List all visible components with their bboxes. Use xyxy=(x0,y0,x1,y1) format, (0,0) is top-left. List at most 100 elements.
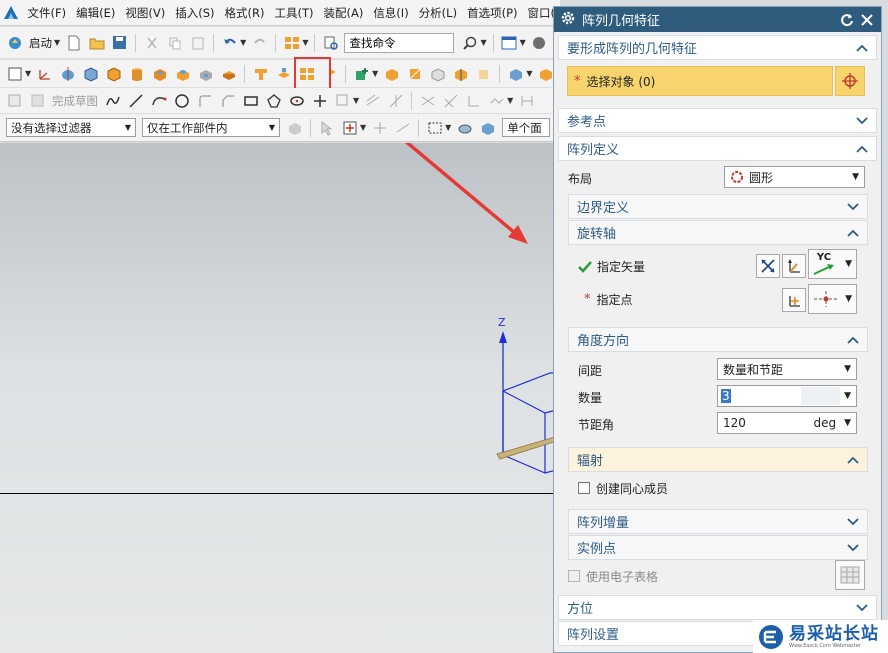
line-icon[interactable] xyxy=(126,91,145,110)
search-dropdown-icon[interactable]: ▼ xyxy=(480,38,486,47)
pattern-increment-header[interactable]: 阵列增量 xyxy=(568,509,868,534)
body-select-icon[interactable] xyxy=(478,118,497,137)
pad-icon[interactable] xyxy=(219,64,238,83)
constraints-dropdown-icon[interactable]: ▼ xyxy=(507,96,513,105)
start-dropdown-icon[interactable]: ▼ xyxy=(54,38,60,47)
finish-sketch-icon[interactable] xyxy=(28,91,47,110)
new-file-icon[interactable] xyxy=(64,33,83,52)
undo-icon[interactable] xyxy=(220,33,239,52)
sketch-task-icon[interactable] xyxy=(5,91,24,110)
hole-icon[interactable] xyxy=(150,64,169,83)
pocket-icon[interactable] xyxy=(196,64,215,83)
type-filter-select[interactable]: 没有选择过滤器 ▼ xyxy=(6,118,136,137)
use-spreadsheet-checkbox[interactable] xyxy=(568,570,580,582)
rotation-axis-header[interactable]: 旋转轴 xyxy=(568,220,868,245)
window-layout-dropdown-icon[interactable]: ▼ xyxy=(520,38,526,47)
assembly-filter-icon[interactable] xyxy=(285,118,304,137)
trim-curve-icon[interactable] xyxy=(386,91,405,110)
ellipse-icon[interactable] xyxy=(287,91,306,110)
menu-information[interactable]: 信息(I) xyxy=(368,0,413,26)
save-icon[interactable] xyxy=(110,33,129,52)
model-body[interactable] xyxy=(496,435,560,460)
pitch-angle-unit[interactable]: deg xyxy=(813,416,836,430)
make-corner-icon[interactable] xyxy=(464,91,483,110)
sketch-dropdown-icon[interactable]: ▼ xyxy=(25,69,31,78)
unite-icon[interactable] xyxy=(251,64,270,83)
face-rule-select[interactable]: 单个面 xyxy=(502,118,551,137)
chevron-down-icon[interactable]: ▼ xyxy=(844,391,851,401)
menu-preferences[interactable]: 首选项(P) xyxy=(462,0,522,26)
chamfer-icon[interactable] xyxy=(218,91,237,110)
spacing-select[interactable]: 数量和节距 ▼ xyxy=(717,358,857,380)
menu-tools[interactable]: 工具(T) xyxy=(269,0,318,26)
menu-insert[interactable]: 插入(S) xyxy=(170,0,219,26)
graphics-window[interactable]: Z xyxy=(0,143,560,653)
constraints-icon[interactable] xyxy=(487,91,506,110)
arc-icon[interactable] xyxy=(149,91,168,110)
revolve-icon[interactable] xyxy=(58,64,77,83)
count-value[interactable]: 3 xyxy=(721,389,731,403)
quick-trim-icon[interactable] xyxy=(418,91,437,110)
copy-icon[interactable] xyxy=(165,33,184,52)
window-layout-icon[interactable] xyxy=(500,33,519,52)
menu-assembly[interactable]: 装配(A) xyxy=(318,0,368,26)
shaded-view-dropdown-icon[interactable]: ▼ xyxy=(526,69,532,78)
datum-csys-icon[interactable] xyxy=(35,64,54,83)
radiate-header[interactable]: 辐射 xyxy=(568,447,868,472)
concentric-members-checkbox[interactable] xyxy=(578,482,590,494)
count-field[interactable]: 3 ▼ xyxy=(717,385,857,407)
trim-body-icon[interactable] xyxy=(428,64,447,83)
split-body-icon[interactable] xyxy=(451,64,470,83)
sew-dropdown-icon[interactable]: ▼ xyxy=(372,69,378,78)
pattern-definition-header[interactable]: 阵列定义 xyxy=(558,136,877,161)
finish-sketch-button[interactable]: 完成草图 xyxy=(52,93,98,109)
spreadsheet-button[interactable] xyxy=(835,560,865,590)
point-dialog-button[interactable] xyxy=(782,288,806,312)
open-folder-icon[interactable] xyxy=(87,33,106,52)
sketch-icon[interactable] xyxy=(5,64,24,83)
block-icon[interactable] xyxy=(104,64,123,83)
scale-body-icon[interactable] xyxy=(405,64,424,83)
menu-edit[interactable]: 编辑(E) xyxy=(71,0,120,26)
shaded-view-icon[interactable] xyxy=(506,64,525,83)
layout-select[interactable]: 圆形 ▼ xyxy=(724,166,865,188)
start-button[interactable]: 启动 xyxy=(29,35,52,51)
polygon-icon[interactable] xyxy=(264,91,283,110)
feature-select-icon[interactable] xyxy=(455,118,474,137)
chevron-down-icon[interactable]: ▼ xyxy=(844,418,851,428)
reset-icon[interactable] xyxy=(837,10,857,30)
general-select-icon[interactable] xyxy=(317,118,336,137)
orientation-header[interactable]: 方位 xyxy=(558,595,877,620)
quick-extend-icon[interactable] xyxy=(441,91,460,110)
menu-view[interactable]: 视图(V) xyxy=(120,0,170,26)
menu-format[interactable]: 格式(R) xyxy=(220,0,270,26)
boss-icon[interactable] xyxy=(173,64,192,83)
reference-point-header[interactable]: 参考点 xyxy=(558,108,877,133)
delete-body-icon[interactable] xyxy=(474,64,493,83)
close-icon[interactable] xyxy=(857,10,877,30)
fillet-icon[interactable] xyxy=(195,91,214,110)
command-group-dropdown-icon[interactable]: ▼ xyxy=(302,38,308,47)
rectangle-select-dropdown-icon[interactable]: ▼ xyxy=(445,123,451,132)
geometry-to-pattern-header[interactable]: 要形成阵列的几何特征 xyxy=(558,35,877,60)
gear-icon[interactable] xyxy=(560,10,576,29)
offset-face-icon[interactable] xyxy=(382,64,401,83)
dialog-title-bar[interactable]: 阵列几何特征 xyxy=(554,7,881,32)
angle-direction-header[interactable]: 角度方向 xyxy=(568,327,868,352)
select-object-field[interactable]: * 选择对象 (0) xyxy=(567,66,833,96)
boundary-definition-header[interactable]: 边界定义 xyxy=(568,194,868,219)
sew-icon[interactable] xyxy=(352,64,371,83)
extract-geometry-icon[interactable] xyxy=(274,64,293,83)
search-command-input[interactable] xyxy=(344,32,455,53)
cut-icon[interactable] xyxy=(142,33,161,52)
pitch-angle-field[interactable]: 120 deg ▼ xyxy=(717,412,857,434)
search-icon[interactable] xyxy=(460,33,479,52)
profile-icon[interactable] xyxy=(103,91,122,110)
endpoint-snap-icon[interactable] xyxy=(370,118,389,137)
vector-dialog-button[interactable] xyxy=(782,254,806,278)
studio-spline-icon[interactable] xyxy=(333,91,352,110)
paste-icon[interactable] xyxy=(188,33,207,52)
snap-point-dropdown-icon[interactable]: ▼ xyxy=(360,123,366,132)
cylinder-icon[interactable] xyxy=(127,64,146,83)
offset-curve-icon[interactable] xyxy=(363,91,382,110)
